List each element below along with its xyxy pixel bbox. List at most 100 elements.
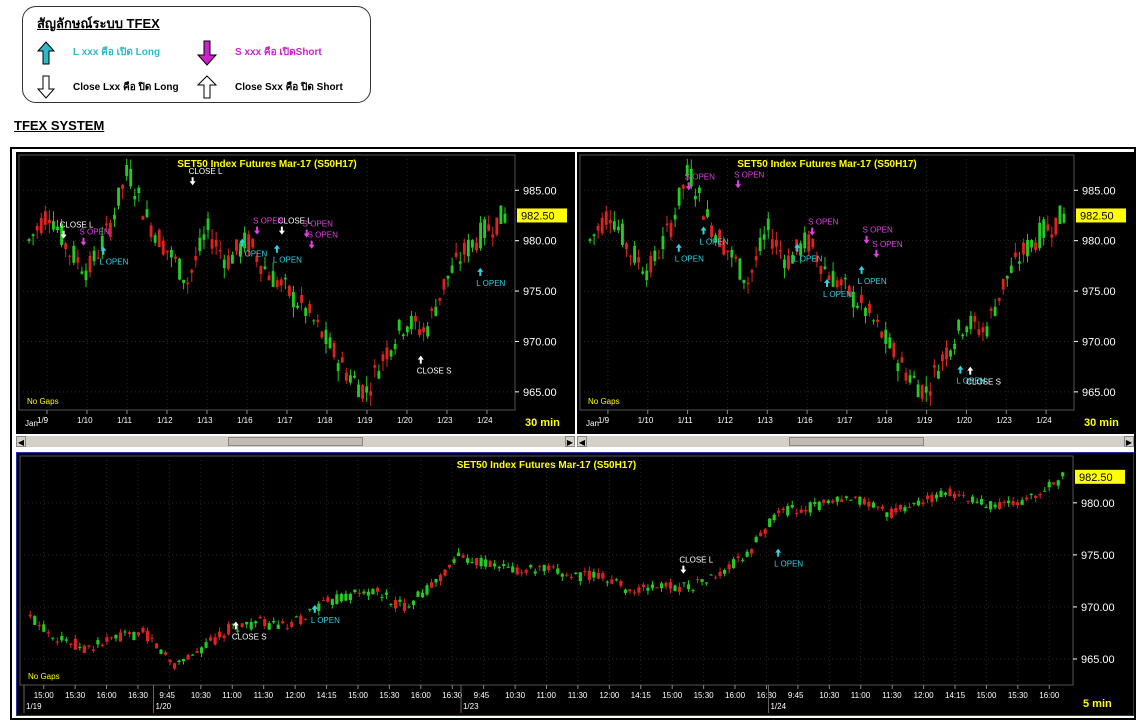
candle-body [296,305,299,308]
x-tick-label: 16:00 [1039,691,1060,700]
candle-body [704,582,709,584]
chart-panel-30min-right[interactable]: 985.00 980.00 975.00 970.00 965.00 1/9 1/10 1/1… [577,152,1134,434]
candle-body [336,363,340,372]
candle-body [993,504,997,508]
candle-body [397,319,401,331]
candle-body [393,343,397,350]
candle-body [362,591,366,594]
candle-body [587,570,591,580]
candle-body [936,370,940,379]
chart-scrollbar-right[interactable]: ◀ ▶ [577,435,1134,447]
candle-body [592,571,596,578]
candle-body [533,571,537,574]
scroll-left-arrow-icon[interactable]: ◀ [16,436,26,447]
candle-body [583,571,587,573]
x-tick-label: 16:30 [442,691,463,700]
y-tick-label: 980.00 [1082,236,1116,248]
candle-body [479,222,482,249]
candle-body [754,256,758,261]
candle-body [515,567,519,575]
candle-body [1025,497,1029,500]
chart-scrollbar-left[interactable]: ◀ ▶ [16,435,575,447]
candle-body [137,187,141,194]
system-title: TFEX SYSTEM [14,118,105,133]
candle-body [746,282,750,285]
scroll-left-arrow-icon[interactable]: ◀ [577,436,587,447]
candle-body [442,278,446,290]
candle-body [524,570,528,573]
candle-body [69,643,73,645]
candle-body [695,579,700,581]
candle-body [35,225,39,231]
candle-body [948,488,952,497]
candle-body [941,354,944,362]
x-tick-label: 1/23 [996,416,1012,425]
signal-label: L OPEN [858,277,887,286]
chart-panel-30min-left[interactable]: 985.00 980.00 975.00 970.00 965.00 1/9 1/10 1/1… [16,152,575,434]
candle-body [267,275,271,281]
candle-body [502,564,506,567]
candle-body [88,255,92,273]
candle-body [713,577,718,579]
candle-body [1017,261,1021,264]
candle-body [210,239,214,249]
candle-body [82,645,86,653]
candle-body [495,217,499,235]
candle-body [369,391,373,396]
candle-body [727,564,731,570]
candle-body [605,581,609,583]
candle-body [1029,493,1033,496]
candle-body [258,616,262,619]
candle-body [1009,265,1013,273]
signal-label: L OPEN [311,616,340,625]
candle-body [1050,234,1054,238]
candle-body [47,219,51,224]
candle-body [799,509,803,513]
candle-body [876,319,880,322]
x-tick-label: 1/13 [757,416,773,425]
candle-body [324,329,328,344]
scroll-right-arrow-icon[interactable]: ▶ [565,436,575,447]
candle-body [113,214,116,220]
candle-body [556,568,560,574]
candle-body [60,635,64,641]
candle-body [357,592,361,594]
candle-body [664,582,668,587]
candle-body [487,224,491,231]
candle-body [885,512,889,517]
candle-body [163,652,168,655]
candle-body [389,350,393,357]
candle-body [304,307,308,317]
candle-body [677,187,681,206]
candle-body [904,372,908,381]
chart-svg: 980.00 975.00 970.00 965.00 15:00 15:30 16:00 1… [19,455,1125,713]
candle-body [1020,500,1024,505]
chart-panel-5min[interactable]: 980.00 975.00 970.00 965.00 15:00 15:30 16:00 1… [16,452,1134,716]
scroll-right-arrow-icon[interactable]: ▶ [1124,436,1134,447]
candle-body [925,495,930,500]
legend-long-open-label: L xxx คือ เปิด Long [73,47,161,58]
candle-body [908,375,912,383]
candle-body [361,385,365,399]
candle-body [823,266,827,269]
month-label: Jan [586,419,599,428]
candle-body [860,295,863,303]
candle-body [123,631,127,633]
candle-body [657,257,661,259]
x-tick-label: 1/10 [77,416,93,425]
x-tick-label: 1/12 [717,416,733,425]
candle-body [263,619,267,626]
candle-body [691,590,695,592]
candle-body [965,326,969,333]
candle-body [168,659,172,663]
candle-body [819,266,823,274]
scroll-thumb[interactable] [228,437,363,446]
candle-body [121,184,125,189]
candle-body [153,235,157,243]
scroll-thumb[interactable] [789,437,924,446]
candle-body [1034,496,1038,499]
candle-body [488,561,492,567]
timeframe-label: 5 min [1083,698,1112,710]
candle-body [795,512,799,514]
candle-body [491,234,495,238]
